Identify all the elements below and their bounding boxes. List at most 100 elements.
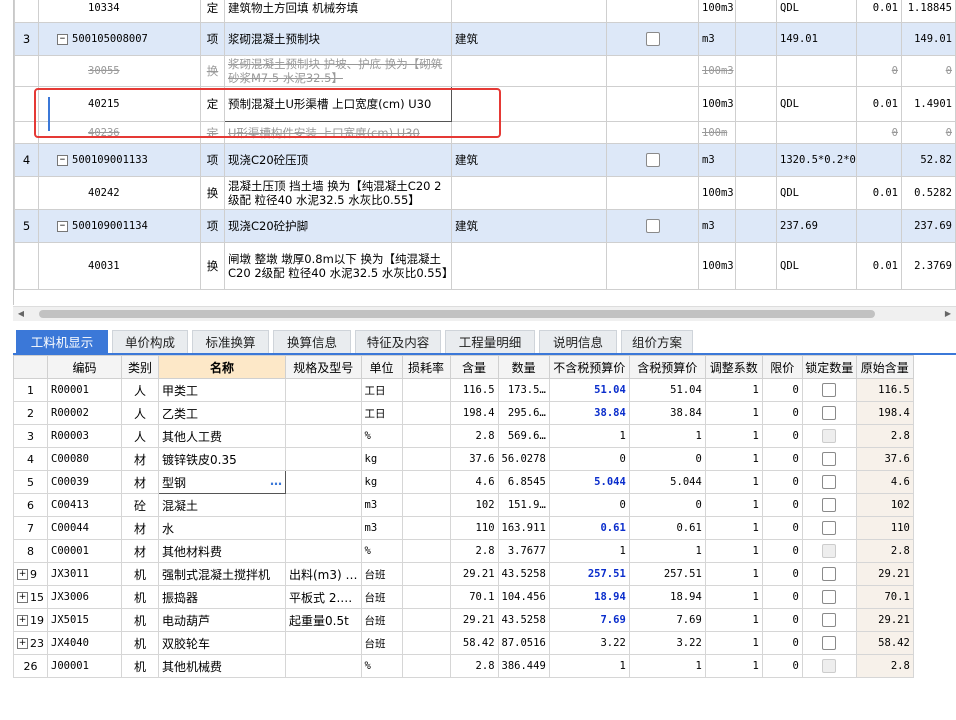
material-price-excl-tax[interactable]: 0: [548, 447, 630, 471]
material-row[interactable]: 7 C00044 材水 m3 110 163.911 0.61 0.61 1 0 110: [13, 516, 914, 540]
material-code[interactable]: JX3006: [47, 585, 122, 609]
material-code[interactable]: J00001: [47, 654, 122, 678]
item-checkbox-cell[interactable]: [606, 176, 699, 210]
material-price-limit[interactable]: 0: [761, 401, 803, 425]
material-code[interactable]: JX4040: [47, 631, 122, 655]
material-content[interactable]: 2.8: [449, 424, 499, 448]
expand-icon[interactable]: +: [17, 569, 28, 580]
tab-quantity-details[interactable]: 工程量明细: [445, 330, 535, 353]
material-loss-rate[interactable]: [401, 654, 451, 678]
item-row[interactable]: 30055 换浆砌混凝土预制块 护坡、护底 换为【砌筑砂浆M7.5 水泥32.5】…: [14, 55, 956, 87]
material-loss-rate[interactable]: [401, 562, 451, 586]
item-checkbox[interactable]: [645, 219, 660, 234]
material-adjust-coef[interactable]: 1: [704, 401, 763, 425]
material-name[interactable]: 水: [158, 516, 286, 540]
material-adjust-coef[interactable]: 1: [704, 516, 763, 540]
item-code[interactable]: 40236: [38, 121, 201, 144]
material-code[interactable]: C00080: [47, 447, 122, 471]
material-spec[interactable]: [285, 378, 362, 402]
material-adjust-coef[interactable]: 1: [704, 470, 763, 494]
tab-pricing-scheme[interactable]: 组价方案: [621, 330, 693, 353]
material-content[interactable]: 2.8: [449, 539, 499, 563]
material-price-limit[interactable]: 0: [761, 539, 803, 563]
scroll-right-icon[interactable]: ▶: [942, 308, 954, 320]
scrollbar-thumb[interactable]: [39, 310, 875, 318]
material-spec[interactable]: [285, 539, 362, 563]
material-code[interactable]: C00039: [47, 470, 122, 494]
tab-conversion-info[interactable]: 换算信息: [273, 330, 351, 353]
material-price-incl-tax[interactable]: 0.61: [628, 516, 706, 540]
material-code[interactable]: JX3011: [47, 562, 122, 586]
material-code[interactable]: JX5015: [47, 608, 122, 632]
item-quantity-expression[interactable]: 237.69: [776, 209, 857, 243]
material-price-limit[interactable]: 0: [761, 631, 803, 655]
item-checkbox-cell[interactable]: [606, 121, 699, 144]
material-name[interactable]: 其他材料费: [158, 539, 286, 563]
item-code[interactable]: 30055: [38, 55, 201, 87]
item-name[interactable]: U形渠槽构件安装 上口宽度(cm) U30: [224, 121, 452, 144]
header-price-limit[interactable]: 限价: [761, 355, 803, 379]
header-name[interactable]: 名称: [158, 355, 286, 379]
material-lock-cell[interactable]: [801, 585, 857, 609]
material-name[interactable]: 混凝土: [158, 493, 286, 517]
item-row[interactable]: 3−500105008007 项浆砌混凝土预制块 建筑 m3 149.01 149.01: [14, 22, 956, 56]
item-checkbox-cell[interactable]: [606, 22, 699, 56]
material-loss-rate[interactable]: [401, 470, 451, 494]
item-name[interactable]: 混凝土压顶 挡土墙 换为【纯混凝土C20 2级配 粒径40 水泥32.5 水灰比…: [224, 176, 452, 210]
item-code[interactable]: −500105008007: [38, 22, 201, 56]
item-checkbox[interactable]: [645, 32, 660, 47]
material-code[interactable]: C00001: [47, 539, 122, 563]
material-row[interactable]: 1 R00001 人甲类工 工日 116.5 173.5… 51.04 51.04 1 0 116.…: [13, 378, 914, 402]
header-lock-quantity[interactable]: 锁定数量: [801, 355, 857, 379]
material-price-limit[interactable]: 0: [761, 378, 803, 402]
item-row[interactable]: 40242 换混凝土压顶 挡土墙 换为【纯混凝土C20 2级配 粒径40 水泥32…: [14, 176, 956, 210]
item-row[interactable]: 4−500109001133项现浇C20砼压顶建筑m31320.5*0.2*0.…: [14, 143, 956, 177]
material-content[interactable]: 58.42: [449, 631, 499, 655]
material-code[interactable]: R00003: [47, 424, 122, 448]
item-quantity-expression[interactable]: QDL: [776, 0, 857, 23]
item-checkbox-cell[interactable]: [606, 209, 699, 243]
item-quantity-expression[interactable]: QDL: [776, 242, 857, 290]
material-content[interactable]: 110: [449, 516, 499, 540]
material-spec[interactable]: [285, 516, 362, 540]
lock-quantity-checkbox[interactable]: [822, 406, 837, 421]
material-price-limit[interactable]: 0: [761, 608, 803, 632]
material-lock-cell[interactable]: [801, 470, 857, 494]
item-quantity-expression[interactable]: [776, 121, 857, 144]
material-loss-rate[interactable]: [401, 424, 451, 448]
lock-quantity-checkbox[interactable]: [822, 636, 837, 651]
header-content[interactable]: 含量: [449, 355, 499, 379]
scroll-left-icon[interactable]: ◀: [15, 308, 27, 320]
item-row[interactable]: 40031 换闸墩 整墩 墩厚0.8m以下 换为【纯混凝土C20 2级配 粒径40…: [14, 242, 956, 290]
material-spec[interactable]: [285, 654, 362, 678]
item-name[interactable]: 现浇C20砼压顶: [224, 143, 452, 177]
material-price-limit[interactable]: 0: [761, 470, 803, 494]
material-adjust-coef[interactable]: 1: [704, 631, 763, 655]
material-row[interactable]: +9 JX3011 机强制式混凝土搅拌机 出料(m3) … 台班 29.21 43.5258…: [13, 562, 914, 586]
lock-quantity-checkbox[interactable]: [822, 475, 837, 490]
material-price-incl-tax[interactable]: 0: [628, 493, 706, 517]
material-price-excl-tax[interactable]: 5.044: [548, 470, 630, 494]
material-adjust-coef[interactable]: 1: [704, 654, 763, 678]
material-spec[interactable]: [285, 631, 362, 655]
material-row[interactable]: 8 C00001 材其他材料费% 2.8 3.7677 1 1 1 0 2.8: [13, 539, 914, 563]
material-loss-rate[interactable]: [401, 539, 451, 563]
material-price-excl-tax[interactable]: 1: [548, 424, 630, 448]
material-price-limit[interactable]: 0: [761, 562, 803, 586]
header-loss-rate[interactable]: 损耗率: [401, 355, 451, 379]
material-lock-cell[interactable]: [801, 631, 857, 655]
item-name[interactable]: 现浇C20砼护脚: [224, 209, 452, 243]
material-price-incl-tax[interactable]: 0: [628, 447, 706, 471]
item-name[interactable]: 浆砌混凝土预制块: [224, 22, 452, 56]
item-quantity-expression[interactable]: QDL: [776, 86, 857, 122]
material-price-incl-tax[interactable]: 1: [628, 424, 706, 448]
item-code[interactable]: −500109001133: [38, 143, 201, 177]
item-checkbox-cell[interactable]: [606, 55, 699, 87]
material-price-excl-tax[interactable]: 1: [548, 539, 630, 563]
more-options-icon[interactable]: …: [270, 474, 282, 488]
material-price-limit[interactable]: 0: [761, 516, 803, 540]
material-row[interactable]: 4 C00080 材镀锌铁皮0.35 kg 37.6 56.0278 0 0 1 0 37.6: [13, 447, 914, 471]
material-spec[interactable]: [285, 447, 362, 471]
material-lock-cell[interactable]: [801, 539, 857, 563]
material-name[interactable]: 振捣器: [158, 585, 286, 609]
